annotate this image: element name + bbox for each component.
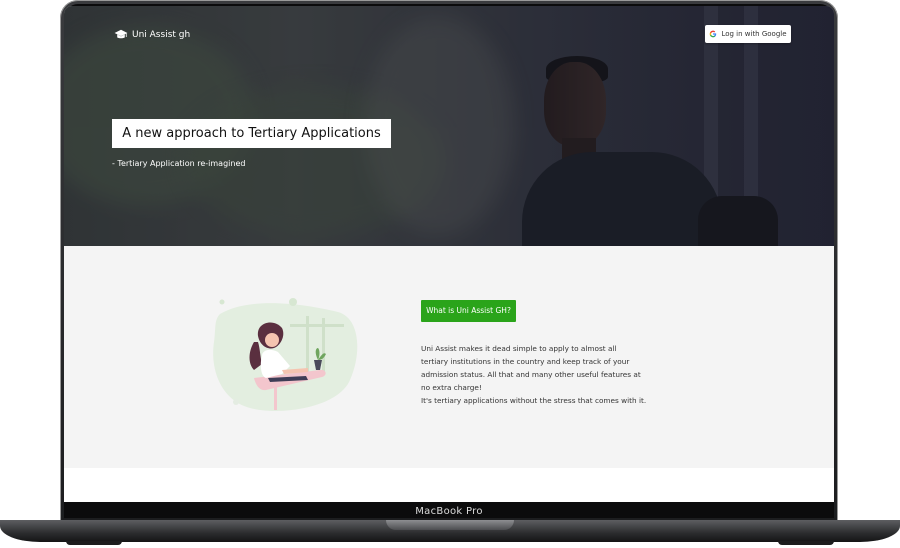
student-reading-illustration bbox=[213, 298, 358, 411]
brand-name: Uni Assist gh bbox=[132, 30, 191, 40]
about-paragraph: Uni Assist makes it dead simple to apply… bbox=[421, 344, 641, 392]
laptop-mockup: Uni Assist gh Log in with Google A new a… bbox=[0, 0, 900, 548]
hero-headline: A new approach to Tertiary Applications bbox=[112, 119, 391, 148]
about-paragraph-secondary: It's tertiary applications without the s… bbox=[421, 396, 647, 405]
footer-band bbox=[64, 468, 834, 502]
device-label: MacBook Pro bbox=[415, 506, 483, 517]
graduation-cap-icon bbox=[114, 29, 128, 39]
laptop-foot bbox=[66, 541, 122, 545]
brand-logo[interactable]: Uni Assist gh bbox=[114, 28, 190, 42]
laptop-foot bbox=[778, 541, 834, 545]
laptop-hinge-notch bbox=[386, 520, 514, 530]
about-section: What is Uni Assist GH? Uni Assist makes … bbox=[64, 246, 834, 468]
login-button-label: Log in with Google bbox=[721, 30, 787, 38]
hero-tagline: - Tertiary Application re-imagined bbox=[112, 159, 246, 168]
laptop-screen: Uni Assist gh Log in with Google A new a… bbox=[64, 6, 834, 502]
hero-section: Uni Assist gh Log in with Google A new a… bbox=[64, 6, 834, 246]
what-is-uni-assist-button[interactable]: What is Uni Assist GH? bbox=[421, 300, 516, 322]
google-icon bbox=[710, 30, 717, 38]
login-with-google-button[interactable]: Log in with Google bbox=[705, 25, 791, 43]
